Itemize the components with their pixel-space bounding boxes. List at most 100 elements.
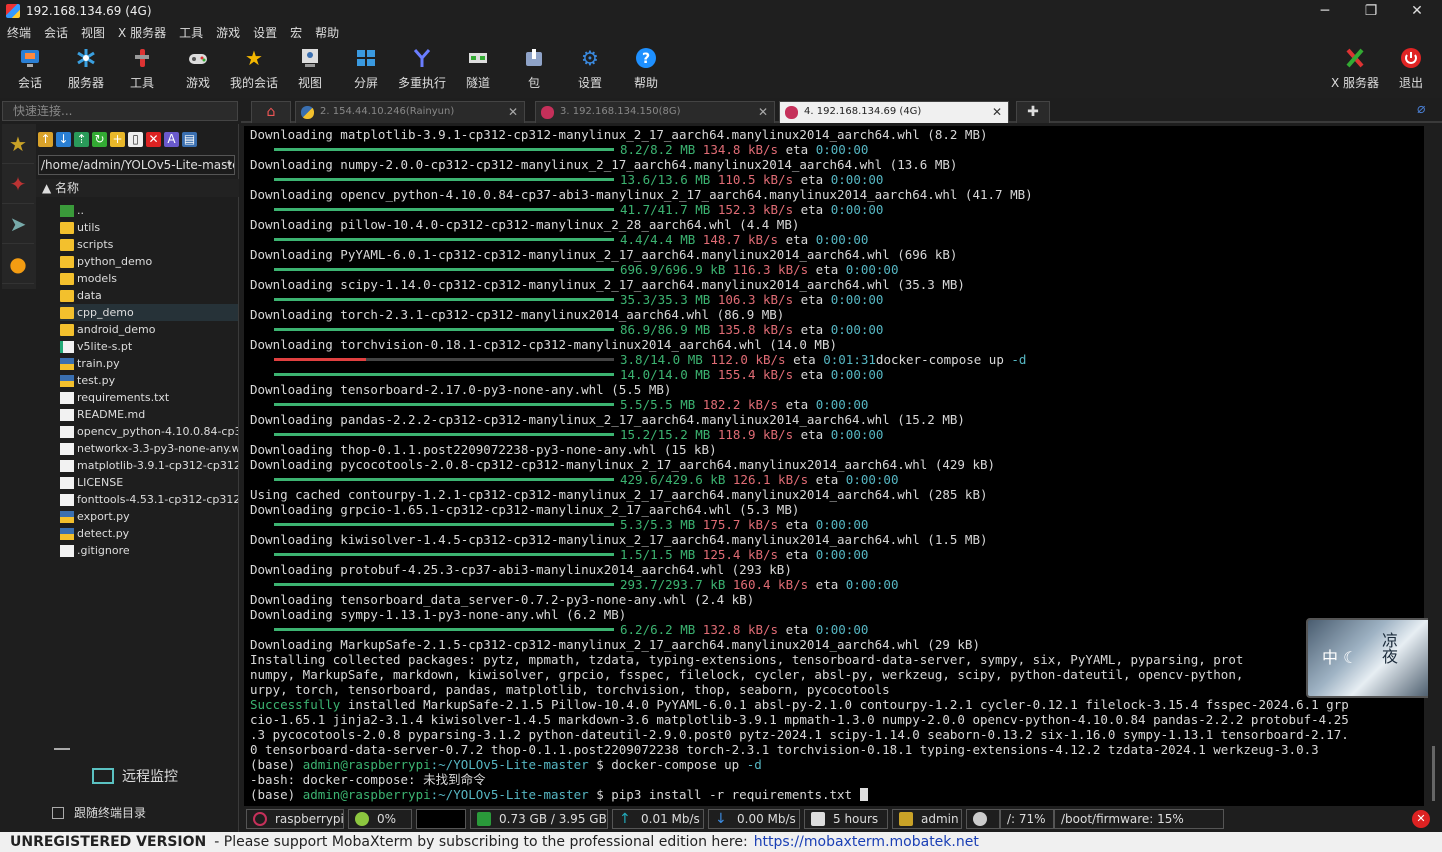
maximize-button[interactable]: ❐ bbox=[1348, 0, 1394, 22]
checkbox[interactable] bbox=[52, 806, 64, 819]
servers-button[interactable]: 服务器 bbox=[59, 46, 113, 96]
split-button[interactable]: 分屏 bbox=[339, 46, 393, 96]
follow-terminal-checkbox[interactable]: 跟随终端目录 bbox=[52, 804, 146, 821]
file-list-item[interactable]: cpp_demo bbox=[60, 304, 238, 321]
package-button[interactable]: 包 bbox=[507, 46, 561, 96]
tab-session-2[interactable]: 2. 154.44.10.246(Rainyun) ✕ bbox=[295, 101, 525, 123]
file-list-item[interactable]: data bbox=[60, 287, 238, 304]
menu-xserver[interactable]: X 服务器 bbox=[118, 24, 166, 41]
rename-icon[interactable]: A bbox=[164, 131, 179, 147]
tools-tab[interactable]: ✦ bbox=[2, 164, 34, 204]
file-list-item[interactable]: detect.py bbox=[60, 525, 238, 542]
unregistered-title: UNREGISTERED VERSION bbox=[10, 834, 207, 850]
terminal-text: eta bbox=[808, 262, 846, 277]
servers-label: 服务器 bbox=[67, 76, 104, 90]
quick-connect-input[interactable]: 快速连接... bbox=[2, 101, 238, 121]
refresh-icon[interactable]: ↻ bbox=[92, 131, 107, 147]
menu-games[interactable]: 游戏 bbox=[216, 24, 240, 41]
games-button[interactable]: 游戏 bbox=[171, 46, 225, 96]
file-list-item[interactable]: export.py bbox=[60, 508, 238, 525]
sftp-path-field[interactable]: /home/admin/YOLOv5-Lite-master ▾ bbox=[38, 155, 235, 175]
terminal-output[interactable]: Downloading matplotlib-3.9.1-cp312-cp312… bbox=[244, 126, 1424, 806]
xserver-icon bbox=[1343, 46, 1367, 70]
file-list-item[interactable]: v5lite-s.pt bbox=[60, 338, 238, 355]
sftp-tab[interactable]: ➤ bbox=[2, 204, 34, 244]
file-list-item[interactable]: LICENSE bbox=[60, 474, 238, 491]
terminal-text: Downloading scipy-1.14.0-cp312-cp312-man… bbox=[250, 277, 965, 292]
file-list-item[interactable]: fonttools-4.53.1-cp312-cp312-ma bbox=[60, 491, 238, 508]
file-list-item[interactable]: python_demo bbox=[60, 253, 238, 270]
session-button[interactable]: 会话 bbox=[3, 46, 57, 96]
floating-widget[interactable]: 中 ☾ 凉夜 bbox=[1306, 618, 1432, 698]
home-tab[interactable]: ⌂ bbox=[251, 101, 291, 123]
multiexec-button[interactable]: 多重执行 bbox=[395, 46, 449, 96]
remote-monitor-button[interactable]: 远程监控 bbox=[92, 766, 178, 786]
delete-icon[interactable]: ✕ bbox=[146, 131, 161, 147]
download-icon[interactable]: ↓ bbox=[56, 131, 71, 147]
file-list-item[interactable]: requirements.txt bbox=[60, 389, 238, 406]
error-icon[interactable]: ✕ bbox=[1412, 810, 1430, 828]
file-list-item[interactable]: .gitignore bbox=[60, 542, 238, 559]
menu-view[interactable]: 视图 bbox=[81, 24, 105, 41]
file-list-item[interactable]: scripts bbox=[60, 236, 238, 253]
help-icon: ? bbox=[634, 46, 658, 70]
macros-tab[interactable]: ● bbox=[2, 244, 34, 284]
menu-terminal[interactable]: 终端 bbox=[7, 24, 31, 41]
file-name: export.py bbox=[77, 510, 130, 523]
tab-session-4[interactable]: 4. 192.168.134.69 (4G) ✕ bbox=[779, 101, 1009, 123]
xserver-button[interactable]: X 服务器 bbox=[1328, 46, 1382, 96]
folder-up-icon[interactable]: ↑ bbox=[38, 131, 53, 147]
folder-icon bbox=[60, 272, 74, 285]
menu-macros[interactable]: 宏 bbox=[290, 24, 302, 41]
status-boot-disk: /boot/firmware: 15% bbox=[1054, 809, 1224, 829]
menu-sessions[interactable]: 会话 bbox=[44, 24, 68, 41]
attach-icon[interactable]: ⌀ bbox=[1417, 101, 1425, 117]
minimize-button[interactable]: ─ bbox=[1302, 0, 1348, 22]
sessions-tab[interactable]: ★ bbox=[2, 124, 34, 164]
file-list-item[interactable]: matplotlib-3.9.1-cp312-cp312-ma bbox=[60, 457, 238, 474]
chevron-down-icon[interactable]: ▾ bbox=[227, 156, 232, 174]
new-tab-button[interactable]: ✚ bbox=[1016, 101, 1050, 123]
terminal-text: Downloading opencv_python-4.10.0.84-cp37… bbox=[250, 187, 1033, 202]
column-header-name[interactable]: ▲ 名称 bbox=[36, 179, 239, 197]
file-list-item[interactable]: android_demo bbox=[60, 321, 238, 338]
file-list-item[interactable]: utils bbox=[60, 219, 238, 236]
exit-button[interactable]: 退出 bbox=[1384, 46, 1438, 96]
my-sessions-button[interactable]: ★ 我的会话 bbox=[227, 46, 281, 96]
mobaxterm-link[interactable]: https://mobaxterm.mobatek.net bbox=[754, 834, 979, 850]
file-list-item[interactable]: opencv_python-4.10.0.84-cp37- bbox=[60, 423, 238, 440]
eta-value: 0:01:31 bbox=[823, 352, 876, 367]
tab-session-3[interactable]: 3. 192.168.134.150(8G) ✕ bbox=[535, 101, 775, 123]
terminal-scrollbar[interactable] bbox=[1428, 126, 1440, 806]
close-tab-icon[interactable]: ✕ bbox=[992, 102, 1002, 122]
menu-tools[interactable]: 工具 bbox=[179, 24, 203, 41]
file-list-item[interactable]: models bbox=[60, 270, 238, 287]
tunnel-button[interactable]: 隧道 bbox=[451, 46, 505, 96]
sftp-browser: ↑ ↓ ⇡ ↻ + ▯ ✕ A ▤ /home/admin/YOLOv5-Lit… bbox=[36, 124, 239, 832]
terminal-text: Downloading pycocotools-2.0.8-cp312-cp31… bbox=[250, 457, 996, 472]
close-tab-icon[interactable]: ✕ bbox=[758, 102, 768, 122]
menu-help[interactable]: 帮助 bbox=[315, 24, 339, 41]
upload-icon[interactable]: ⇡ bbox=[74, 131, 89, 147]
file-list-item[interactable]: networkx-3.3-py3-none-any.whl bbox=[60, 440, 238, 457]
upload-value: 0.01 Mb/s bbox=[641, 812, 700, 826]
new-file-icon[interactable]: ▯ bbox=[128, 131, 143, 147]
file-list-item[interactable]: test.py bbox=[60, 372, 238, 389]
tools-button[interactable]: 工具 bbox=[115, 46, 169, 96]
file-list-item[interactable]: README.md bbox=[60, 406, 238, 423]
properties-icon[interactable]: ▤ bbox=[182, 131, 197, 147]
help-button[interactable]: ? 帮助 bbox=[619, 46, 673, 96]
close-tab-icon[interactable]: ✕ bbox=[508, 102, 518, 122]
file-list-item[interactable]: train.py bbox=[60, 355, 238, 372]
file-list-item[interactable]: .. bbox=[60, 202, 238, 219]
file-icon bbox=[60, 544, 74, 557]
folder-icon bbox=[60, 306, 74, 319]
new-folder-icon[interactable]: + bbox=[110, 131, 125, 147]
view-button[interactable]: 视图 bbox=[283, 46, 337, 96]
menu-settings[interactable]: 设置 bbox=[253, 24, 277, 41]
settings-button[interactable]: ⚙ 设置 bbox=[563, 46, 617, 96]
terminal-text: Downloading tensorboard_data_server-0.7.… bbox=[250, 592, 755, 607]
close-window-button[interactable]: ✕ bbox=[1394, 0, 1440, 22]
scrollbar-thumb[interactable] bbox=[1432, 746, 1435, 801]
